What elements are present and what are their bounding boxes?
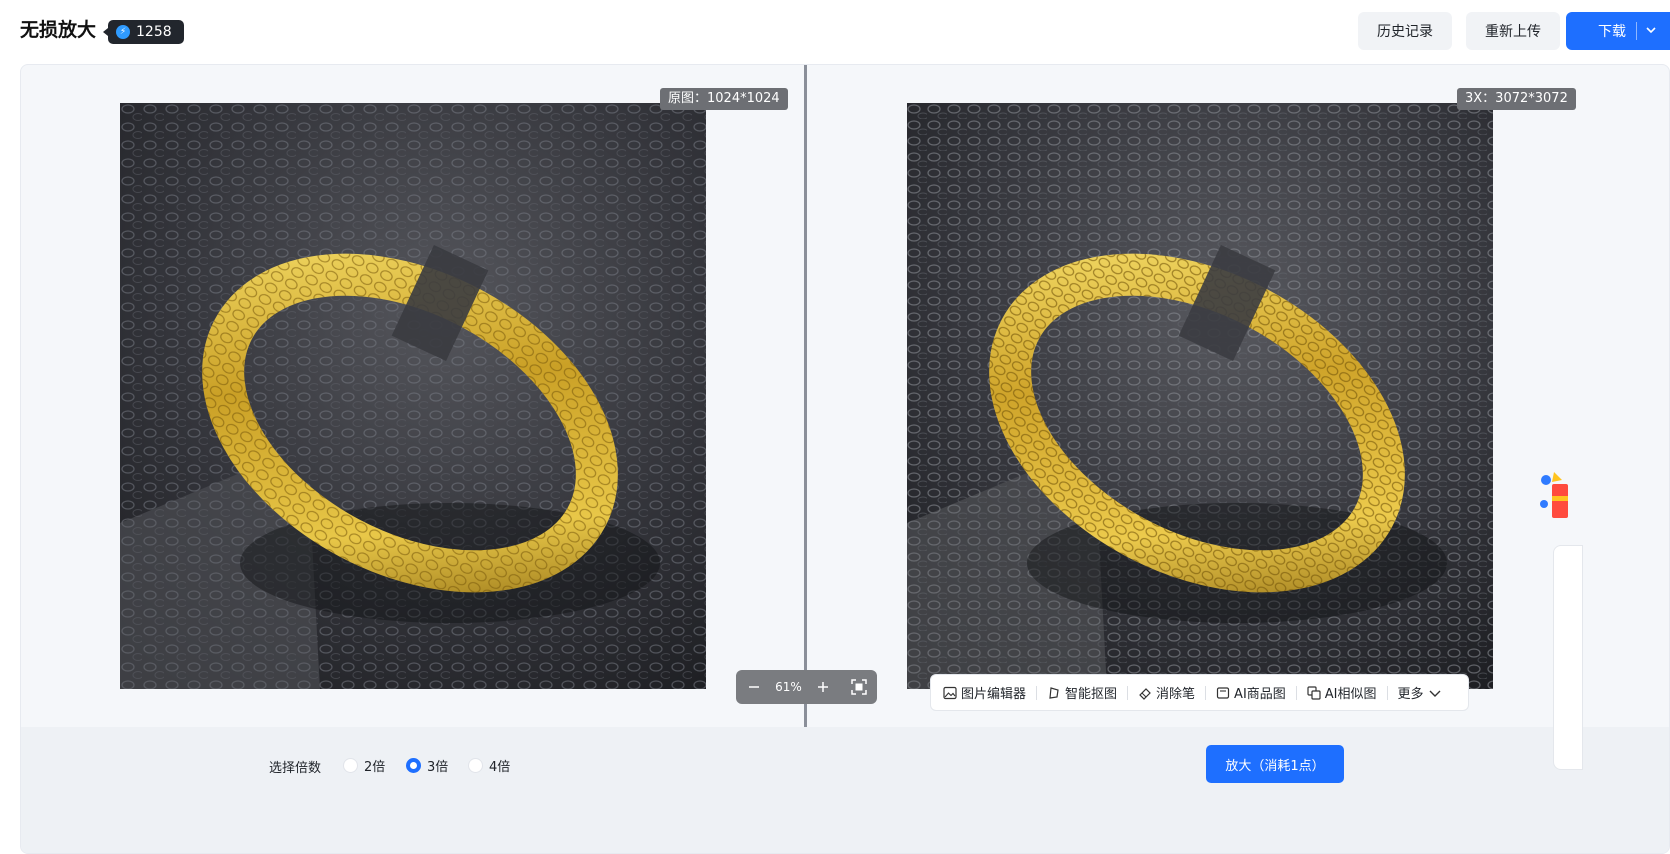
eraser-icon: [1139, 687, 1151, 700]
toolbar-separator: [1127, 685, 1129, 700]
toolbar-separator: [1036, 685, 1038, 700]
toolbar-separator: [1205, 685, 1207, 700]
tool-label: 智能抠图: [1065, 687, 1118, 702]
tool-label: 更多: [1397, 687, 1424, 702]
radio-dot[interactable]: [343, 758, 358, 773]
similar-icon: [1307, 685, 1321, 700]
zoom-in-button[interactable]: [805, 670, 841, 704]
fit-screen-icon: [851, 679, 867, 695]
radio-label: 2倍: [364, 760, 386, 775]
page-title: 无损放大: [20, 19, 97, 41]
minus-icon: [749, 686, 759, 688]
fit-screen-button[interactable]: [841, 670, 877, 704]
product-icon: [1216, 686, 1230, 699]
tool-more[interactable]: 更多: [1398, 674, 1452, 711]
tool-label: 图片编辑器: [961, 687, 1027, 702]
zoom-control: 61%: [736, 670, 877, 704]
chevron-down-icon: [1429, 690, 1441, 697]
radio-label: 3倍: [427, 760, 449, 775]
ring-photo-upscaled: [907, 103, 1493, 689]
plus-icon: [818, 682, 828, 692]
tool-label: AI相似图: [1324, 687, 1377, 702]
result-image[interactable]: [907, 103, 1493, 689]
tool-ai-similar[interactable]: AI相似图: [1307, 674, 1387, 711]
download-separator: [1636, 22, 1637, 40]
tool-label: AI商品图: [1234, 687, 1286, 702]
edit-toolbar: 图片编辑器 智能抠图 消除笔 AI商品图 AI相似图 更多: [930, 674, 1469, 711]
comparison-workspace: 原图：1024*1024 3X：3072*3072 61% 图片编辑器 智能抠图…: [20, 64, 1670, 854]
cutout-icon: [1049, 686, 1059, 699]
original-image[interactable]: [120, 103, 706, 689]
scale-label: 选择倍数: [269, 761, 322, 776]
radio-dot[interactable]: [468, 758, 483, 773]
tool-label: 消除笔: [1156, 687, 1196, 702]
image-icon: [943, 686, 957, 699]
toolbar-separator: [1386, 685, 1388, 700]
gift-icon[interactable]: [1538, 466, 1568, 526]
side-floating-panel[interactable]: [1553, 545, 1583, 770]
zoom-out-button[interactable]: [736, 670, 772, 704]
ring-photo-original: [120, 103, 706, 689]
lightning-icon: ⚡: [116, 25, 130, 39]
tool-image-editor[interactable]: 图片编辑器: [943, 674, 1036, 711]
compare-divider-handle[interactable]: [804, 65, 807, 727]
tool-eraser[interactable]: 消除笔: [1138, 674, 1205, 711]
top-header: 无损放大 ⚡ 1258 历史记录 重新上传 下载: [0, 0, 1670, 64]
radio-label: 4倍: [489, 760, 511, 775]
radio-dot-selected[interactable]: [406, 758, 421, 773]
scale-option-2x[interactable]: 2倍: [343, 756, 385, 775]
reupload-button[interactable]: 重新上传: [1466, 12, 1560, 50]
original-size-tag: 原图：1024*1024: [660, 88, 788, 110]
history-button[interactable]: 历史记录: [1358, 12, 1452, 50]
tool-ai-product[interactable]: AI商品图: [1216, 674, 1296, 711]
toolbar-separator: [1295, 685, 1297, 700]
scale-option-3x[interactable]: 3倍: [406, 756, 448, 775]
footer-controls: 选择倍数 2倍 3倍 4倍 放大（消耗1点）: [21, 727, 1669, 853]
zoom-level: 61%: [775, 680, 802, 694]
tool-smart-cutout[interactable]: 智能抠图: [1047, 674, 1127, 711]
credits-badge[interactable]: ⚡ 1258: [103, 20, 184, 44]
enlarge-button[interactable]: 放大（消耗1点）: [1206, 745, 1344, 783]
result-size-tag: 3X：3072*3072: [1457, 88, 1576, 110]
download-label: 下载: [1598, 24, 1626, 40]
chevron-down-icon[interactable]: [1644, 23, 1658, 37]
download-button[interactable]: 下载: [1566, 12, 1670, 50]
credits-count: 1258: [136, 24, 172, 40]
scale-option-4x[interactable]: 4倍: [468, 756, 510, 775]
